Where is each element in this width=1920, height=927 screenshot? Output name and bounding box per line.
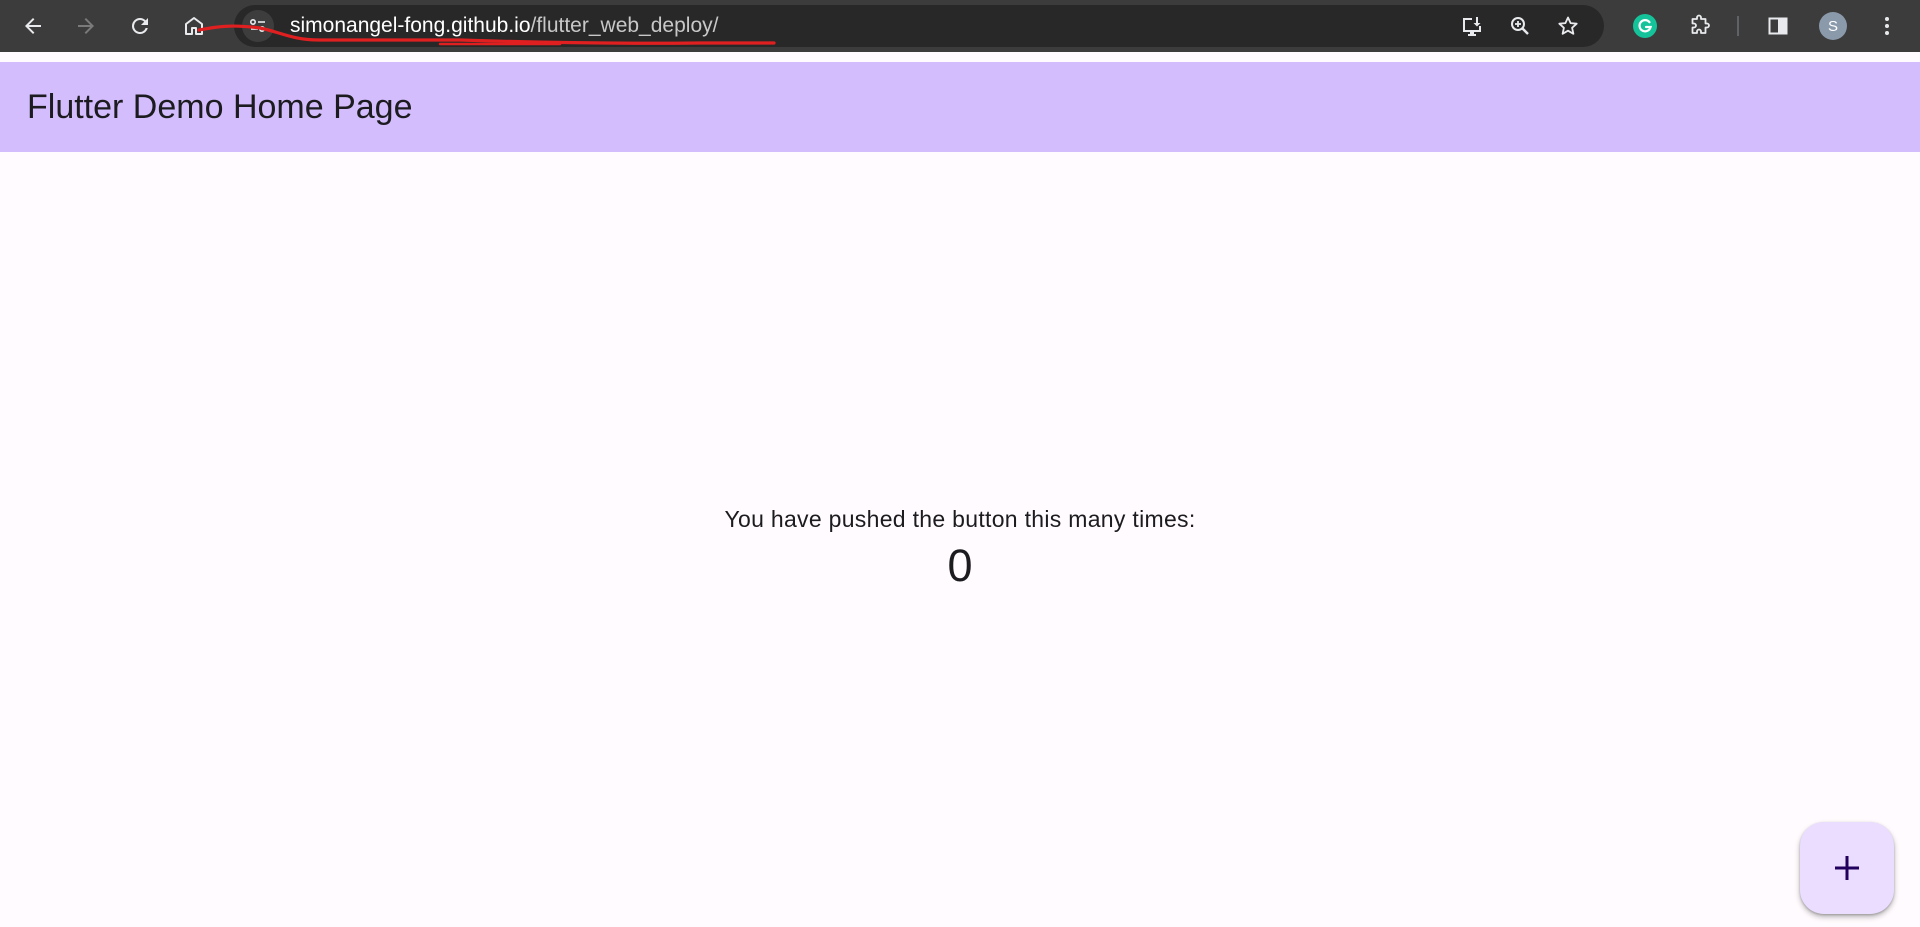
browser-menu-button[interactable] xyxy=(1867,6,1907,46)
side-panel-icon xyxy=(1768,17,1788,35)
increment-button[interactable] xyxy=(1800,822,1894,914)
forward-icon xyxy=(78,18,94,34)
zoom-icon xyxy=(1511,17,1529,35)
counter-section: You have pushed the button this many tim… xyxy=(0,502,1920,594)
url-host: simonangel-fong.github.io xyxy=(290,14,531,37)
address-bar[interactable]: simonangel-fong.github.io/flutter_web_de… xyxy=(234,5,1604,47)
reload-button[interactable] xyxy=(120,6,160,46)
install-app-button[interactable] xyxy=(1456,10,1488,42)
browser-toolbar: simonangel-fong.github.io/flutter_web_de… xyxy=(0,0,1920,52)
grammarly-icon xyxy=(1633,14,1657,38)
side-panel-button[interactable] xyxy=(1758,6,1798,46)
profile-avatar[interactable]: S xyxy=(1819,12,1847,40)
zoom-button[interactable] xyxy=(1504,10,1536,42)
back-icon xyxy=(25,18,41,34)
menu-dots-icon xyxy=(1885,17,1889,35)
home-button[interactable] xyxy=(174,6,214,46)
add-icon xyxy=(1835,856,1859,880)
install-app-icon xyxy=(1463,17,1481,36)
flutter-app: Flutter Demo Home Page You have pushed t… xyxy=(0,52,1920,927)
counter-value: 0 xyxy=(947,540,973,591)
site-info-button[interactable] xyxy=(242,10,274,42)
grammarly-extension-button[interactable] xyxy=(1625,6,1665,46)
page-title: Flutter Demo Home Page xyxy=(27,88,413,126)
back-button[interactable] xyxy=(13,6,53,46)
counter-message: You have pushed the button this many tim… xyxy=(724,506,1196,532)
url-path: /flutter_web_deploy/ xyxy=(530,14,719,37)
site-info-icon xyxy=(249,18,266,33)
app-bar: Flutter Demo Home Page xyxy=(0,62,1920,152)
toolbar-divider xyxy=(1737,16,1739,36)
reload-icon xyxy=(132,17,148,34)
home-icon xyxy=(185,17,203,35)
extensions-button[interactable] xyxy=(1679,6,1719,46)
extensions-icon xyxy=(1691,14,1710,34)
forward-button[interactable] xyxy=(66,6,106,46)
bookmark-button[interactable] xyxy=(1552,10,1584,42)
url-text[interactable]: simonangel-fong.github.io/flutter_web_de… xyxy=(290,5,718,47)
bookmark-star-icon xyxy=(1558,16,1578,35)
